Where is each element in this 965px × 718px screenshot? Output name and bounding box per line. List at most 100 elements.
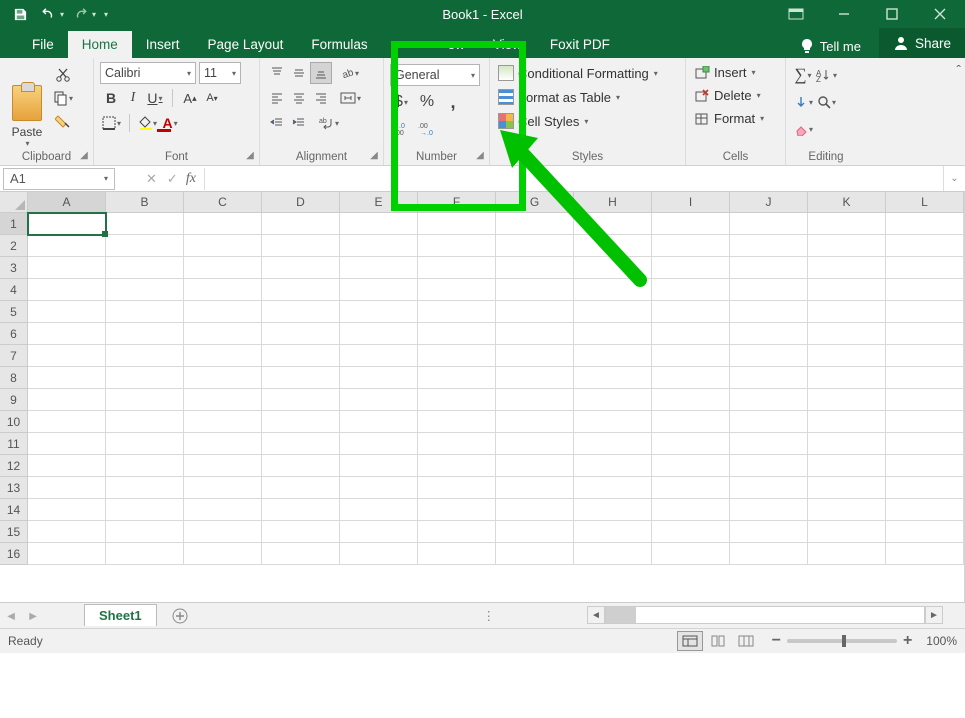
cell[interactable] <box>730 499 808 521</box>
cell[interactable] <box>184 411 262 433</box>
borders-button[interactable]: ▾ <box>100 112 123 134</box>
decrease-font-button[interactable]: A▾ <box>201 87 223 109</box>
cell[interactable] <box>808 411 886 433</box>
font-size-combo[interactable]: 11▾ <box>199 62 241 84</box>
cell[interactable] <box>262 279 340 301</box>
cell[interactable] <box>808 433 886 455</box>
cell[interactable] <box>886 345 964 367</box>
merge-center-button[interactable]: ▾ <box>338 87 363 109</box>
cell[interactable] <box>262 389 340 411</box>
cell[interactable] <box>652 389 730 411</box>
row-header[interactable]: 9 <box>0 389 27 411</box>
cell[interactable] <box>340 499 418 521</box>
cell[interactable] <box>574 323 652 345</box>
cell[interactable] <box>652 213 730 235</box>
fx-icon[interactable]: fx <box>186 171 204 187</box>
cell[interactable] <box>496 301 574 323</box>
cell[interactable] <box>808 213 886 235</box>
bold-button[interactable]: B <box>100 87 122 109</box>
align-right-button[interactable] <box>310 87 332 109</box>
cell[interactable] <box>262 411 340 433</box>
cell[interactable] <box>106 477 184 499</box>
font-dialog-launcher[interactable]: ◢ <box>244 149 256 161</box>
tab-page-layout[interactable]: Page Layout <box>194 31 298 58</box>
zoom-level[interactable]: 100% <box>926 634 957 648</box>
row-header[interactable]: 11 <box>0 433 27 455</box>
cells-area[interactable] <box>28 213 964 565</box>
cell[interactable] <box>418 521 496 543</box>
name-box[interactable]: A1▾ <box>3 168 115 190</box>
cell[interactable] <box>652 323 730 345</box>
cell[interactable] <box>28 389 106 411</box>
cell[interactable] <box>886 279 964 301</box>
align-center-button[interactable] <box>288 87 310 109</box>
cell[interactable] <box>106 213 184 235</box>
row-header[interactable]: 16 <box>0 543 27 565</box>
cell[interactable] <box>886 433 964 455</box>
cell[interactable] <box>418 455 496 477</box>
cell[interactable] <box>496 323 574 345</box>
cell[interactable] <box>730 389 808 411</box>
cell[interactable] <box>262 433 340 455</box>
cell[interactable] <box>418 279 496 301</box>
share-button[interactable]: Share <box>879 28 965 58</box>
cell[interactable] <box>28 257 106 279</box>
collapse-ribbon-button[interactable]: ˆ <box>956 62 961 78</box>
cell[interactable] <box>574 345 652 367</box>
cell[interactable] <box>340 455 418 477</box>
cell[interactable] <box>106 455 184 477</box>
cell[interactable] <box>808 477 886 499</box>
cell[interactable] <box>340 521 418 543</box>
font-color-button[interactable]: A▾ <box>159 112 181 134</box>
cell[interactable] <box>106 499 184 521</box>
cell[interactable] <box>886 367 964 389</box>
cell[interactable] <box>574 279 652 301</box>
orientation-button[interactable]: ab▾ <box>338 62 361 84</box>
cell[interactable] <box>28 477 106 499</box>
cell[interactable] <box>730 345 808 367</box>
page-layout-view-button[interactable] <box>705 631 731 651</box>
cell[interactable] <box>496 367 574 389</box>
cell[interactable] <box>184 455 262 477</box>
row-header[interactable]: 7 <box>0 345 27 367</box>
undo-dropdown-icon[interactable]: ▾ <box>60 10 64 19</box>
cell[interactable] <box>340 257 418 279</box>
cell[interactable] <box>262 345 340 367</box>
cell[interactable] <box>106 367 184 389</box>
tab-review[interactable]: ew <box>408 31 479 58</box>
cell[interactable] <box>28 411 106 433</box>
cell[interactable] <box>28 323 106 345</box>
sheet-nav-next[interactable]: ► <box>22 609 44 623</box>
zoom-in-button[interactable]: + <box>903 632 912 650</box>
cell[interactable] <box>730 411 808 433</box>
cell[interactable] <box>184 477 262 499</box>
row-header[interactable]: 8 <box>0 367 27 389</box>
cell[interactable] <box>418 543 496 565</box>
cell[interactable] <box>886 499 964 521</box>
cell[interactable] <box>106 521 184 543</box>
format-painter-button[interactable] <box>50 110 75 132</box>
tab-file[interactable]: File <box>18 31 68 58</box>
column-header[interactable]: G <box>496 192 574 213</box>
cell[interactable] <box>340 543 418 565</box>
column-header[interactable]: D <box>262 192 340 213</box>
cell[interactable] <box>652 345 730 367</box>
row-header[interactable]: 4 <box>0 279 27 301</box>
cell[interactable] <box>418 301 496 323</box>
cell[interactable] <box>106 257 184 279</box>
cell[interactable] <box>418 433 496 455</box>
cell[interactable] <box>184 543 262 565</box>
cell[interactable] <box>340 279 418 301</box>
column-header[interactable]: H <box>574 192 652 213</box>
cell[interactable] <box>418 411 496 433</box>
tell-me-field[interactable]: Tell me <box>788 34 873 58</box>
maximize-button[interactable] <box>869 1 915 27</box>
cell[interactable] <box>652 543 730 565</box>
cell[interactable] <box>574 301 652 323</box>
column-header[interactable]: E <box>340 192 418 213</box>
cell[interactable] <box>808 235 886 257</box>
cancel-formula-icon[interactable]: ✕ <box>146 171 157 187</box>
cell[interactable] <box>652 257 730 279</box>
cell[interactable] <box>184 323 262 345</box>
cell[interactable] <box>28 521 106 543</box>
